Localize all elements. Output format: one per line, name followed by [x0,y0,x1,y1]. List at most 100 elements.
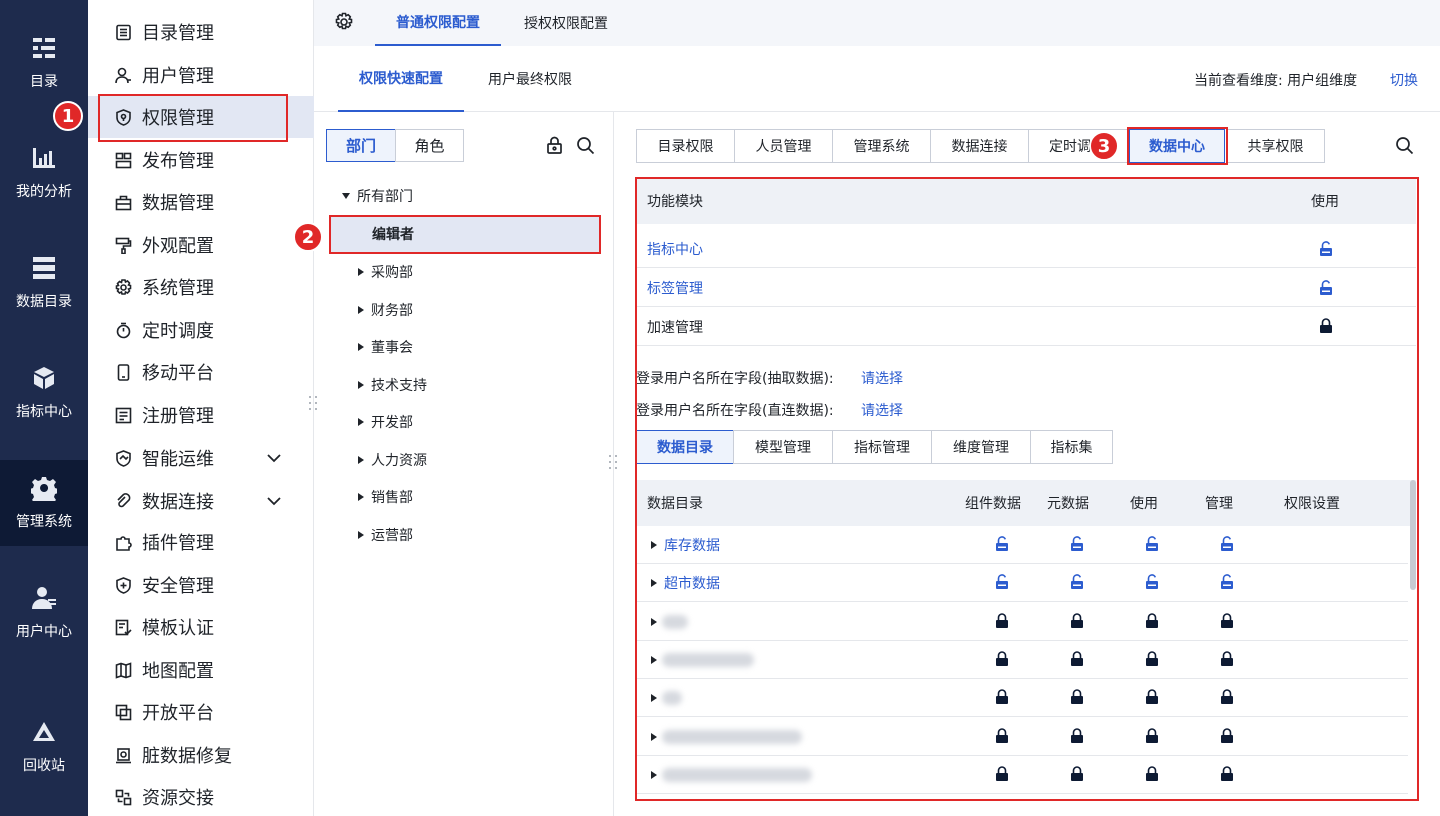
chevron-down-icon[interactable] [266,450,282,466]
unlock-icon[interactable] [1145,574,1159,590]
lock-icon[interactable] [1070,727,1084,744]
caret-right-icon[interactable] [651,655,657,664]
table-row[interactable] [636,756,1408,794]
search-icon[interactable] [1395,136,1414,155]
field-select-link[interactable]: 请选择 [861,368,903,388]
perm-tab-data-connection[interactable]: 数据连接 [930,129,1029,163]
scrollbar[interactable] [1410,480,1416,590]
caret-right-icon[interactable] [651,694,657,703]
unlock-icon[interactable] [1070,574,1084,590]
gear-icon[interactable] [334,12,354,32]
menu-item-mobile[interactable]: 移动平台 [88,351,314,393]
caret-right-icon[interactable] [651,770,657,779]
lock-icon[interactable] [1070,689,1084,705]
segment-role[interactable]: 角色 [395,129,464,162]
perm-tab-personnel[interactable]: 人员管理 [734,129,833,163]
rail-item-analysis[interactable]: 我的分析 [0,130,88,216]
menu-item-catalog-manage[interactable]: 目录管理 [88,11,314,53]
lock-icon[interactable] [995,766,1009,782]
menu-item-resource-handover[interactable]: 资源交接 [88,776,314,816]
module-name-link[interactable]: 指标中心 [647,239,703,259]
data-tab-dimension[interactable]: 维度管理 [931,430,1031,464]
caret-right-icon[interactable] [651,541,657,549]
lock-icon[interactable] [1145,766,1159,782]
tree-item[interactable]: 采购部 [358,262,413,282]
lock-icon[interactable] [1070,766,1084,782]
perm-tab-share[interactable]: 共享权限 [1226,129,1325,163]
caret-right-icon[interactable] [651,732,657,741]
menu-item-dirty-data-repair[interactable]: 脏数据修复 [88,734,314,776]
module-name-link[interactable]: 标签管理 [647,278,703,298]
menu-item-publish-manage[interactable]: 发布管理 [88,139,314,181]
unlock-icon[interactable] [995,574,1009,590]
table-row[interactable] [636,641,1408,679]
perm-tab-catalog[interactable]: 目录权限 [636,129,735,163]
lock-icon[interactable] [1145,727,1159,744]
tree-item-selected[interactable]: 编辑者 [330,216,600,252]
lock-icon[interactable] [1070,651,1084,667]
lock-icon[interactable] [1220,766,1234,782]
catalog-name-link[interactable]: 库存数据 [664,535,720,555]
menu-item-register[interactable]: 注册管理 [88,394,314,436]
menu-item-open-platform[interactable]: 开放平台 [88,691,314,733]
field-select-link[interactable]: 请选择 [861,400,903,420]
menu-item-data-connection[interactable]: 数据连接 [88,480,314,522]
unlock-icon[interactable] [1319,241,1333,257]
table-row[interactable] [636,679,1408,718]
unlock-icon[interactable] [1319,280,1333,296]
caret-right-icon[interactable] [651,579,657,588]
lock-settings-icon[interactable] [546,136,565,155]
menu-item-map-config[interactable]: 地图配置 [88,649,314,691]
rail-item-catalog[interactable]: 目录 [0,20,88,106]
menu-item-permission-manage[interactable]: 权限管理 [88,96,314,138]
search-icon[interactable] [576,136,595,155]
table-row[interactable] [636,603,1408,641]
lock-icon[interactable] [1220,689,1234,705]
menu-item-plugin[interactable]: 插件管理 [88,521,314,563]
tab-grant-permission[interactable]: 授权权限配置 [508,0,624,46]
lock-icon[interactable] [995,689,1009,705]
rail-item-recycle[interactable]: 回收站 [0,704,88,790]
rail-item-metrics[interactable]: 指标中心 [0,350,88,436]
unlock-icon[interactable] [995,536,1009,552]
data-tab-metric[interactable]: 指标管理 [832,430,932,464]
perm-tab-data-center[interactable]: 数据中心 [1129,129,1225,163]
menu-item-schedule[interactable]: 定时调度 [88,309,314,351]
tree-item[interactable]: 董事会 [358,337,413,357]
caret-right-icon[interactable] [651,617,657,626]
lock-icon[interactable] [1220,612,1234,629]
tree-item[interactable]: 人力资源 [358,450,427,470]
tree-item[interactable]: 开发部 [358,412,413,432]
table-row[interactable]: 库存数据 [636,526,1408,564]
menu-item-system-manage[interactable]: 系统管理 [88,266,314,308]
menu-item-security[interactable]: 安全管理 [88,564,314,606]
lock-icon[interactable] [1220,727,1234,744]
tree-root[interactable]: 所有部门 [342,186,413,206]
menu-item-data-manage[interactable]: 数据管理 [88,181,314,223]
menu-item-appearance[interactable]: 外观配置 [88,224,314,266]
data-tab-model[interactable]: 模型管理 [733,430,833,464]
lock-icon[interactable] [1145,612,1159,629]
lock-icon[interactable] [995,727,1009,744]
menu-item-user-manage[interactable]: 用户管理 [88,54,314,96]
table-row[interactable] [636,718,1408,756]
unlock-icon[interactable] [1220,574,1234,590]
lock-icon[interactable] [1070,612,1084,629]
tab-quick-config[interactable]: 权限快速配置 [338,46,464,112]
lock-icon[interactable] [1319,318,1333,334]
menu-item-smart-ops[interactable]: 智能运维 [88,437,314,479]
rail-item-data-catalog[interactable]: 数据目录 [0,240,88,326]
tab-normal-permission[interactable]: 普通权限配置 [375,0,501,46]
unlock-icon[interactable] [1070,536,1084,552]
lock-icon[interactable] [1220,651,1234,667]
catalog-name-link[interactable]: 超市数据 [664,573,720,593]
segment-department[interactable]: 部门 [326,129,396,162]
data-tab-metric-set[interactable]: 指标集 [1030,430,1113,464]
data-tab-catalog[interactable]: 数据目录 [636,430,734,464]
lock-icon[interactable] [1145,651,1159,667]
unlock-icon[interactable] [1220,536,1234,552]
tree-item[interactable]: 财务部 [358,300,413,320]
tree-item[interactable]: 技术支持 [358,375,427,395]
lock-icon[interactable] [1145,689,1159,705]
dimension-switch-link[interactable]: 切换 [1390,70,1418,90]
